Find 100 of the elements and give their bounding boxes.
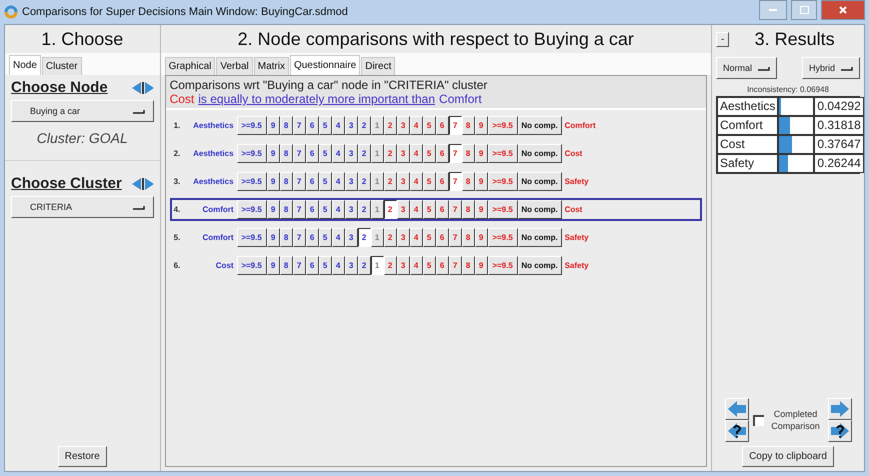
scale-button[interactable]: 5 — [318, 144, 332, 163]
next-button[interactable] — [828, 398, 852, 420]
scale-button[interactable]: 7 — [292, 200, 306, 219]
scale-button[interactable]: 6 — [436, 172, 449, 191]
previous-button[interactable] — [724, 398, 748, 420]
scale-button[interactable]: No comp. — [518, 144, 562, 163]
scale-button[interactable]: 9 — [474, 144, 488, 163]
scale-button[interactable]: 9 — [474, 256, 488, 275]
scale-button[interactable]: >=9.5 — [488, 172, 518, 191]
scale-button[interactable]: 4 — [410, 256, 423, 275]
scale-button[interactable]: 2 — [384, 200, 397, 219]
scale-button[interactable]: 5 — [318, 116, 332, 135]
scale-button[interactable]: 8 — [462, 200, 475, 219]
scale-button[interactable]: >=9.5 — [488, 228, 518, 247]
scale-button[interactable]: 7 — [448, 144, 462, 163]
scale-button[interactable]: 5 — [318, 256, 332, 275]
scale-button[interactable]: 4 — [332, 200, 345, 219]
mode-dropdown[interactable]: Normal — [716, 57, 778, 79]
scale-button[interactable]: 3 — [396, 172, 410, 191]
scale-button[interactable]: 9 — [266, 256, 280, 275]
scale-button[interactable]: 3 — [396, 200, 410, 219]
tab[interactable]: Matrix — [254, 57, 289, 75]
scale-button[interactable]: 4 — [332, 256, 345, 275]
scale-button[interactable]: 7 — [448, 172, 462, 191]
scale-button[interactable]: 8 — [462, 228, 475, 247]
scale-button[interactable]: 5 — [318, 200, 332, 219]
scale-button[interactable]: 2 — [358, 116, 371, 135]
scale-button[interactable]: 7 — [448, 228, 462, 247]
scale-button[interactable]: 9 — [266, 200, 280, 219]
scale-button[interactable]: 8 — [280, 116, 293, 135]
scale-button[interactable]: 7 — [292, 144, 306, 163]
scale-button[interactable]: 3 — [344, 144, 358, 163]
scale-button[interactable]: 4 — [410, 228, 423, 247]
scale-button[interactable]: >=9.5 — [236, 172, 267, 191]
node-dropdown[interactable]: Buying a car — [11, 100, 154, 122]
scale-button[interactable]: 3 — [396, 228, 410, 247]
scale-button[interactable]: 4 — [332, 144, 345, 163]
scale-button[interactable]: 4 — [410, 116, 423, 135]
scale-button[interactable]: 2 — [384, 228, 397, 247]
scale-button[interactable]: 3 — [396, 256, 410, 275]
scale-button[interactable]: 1 — [370, 256, 384, 275]
scale-button[interactable]: 8 — [462, 172, 475, 191]
scale-button[interactable]: No comp. — [518, 228, 562, 247]
cluster-dropdown[interactable]: CRITERIA — [11, 196, 154, 218]
scale-button[interactable]: 8 — [462, 256, 475, 275]
scale-button[interactable]: 9 — [266, 144, 280, 163]
scale-button[interactable]: 6 — [436, 256, 449, 275]
scale-button[interactable]: 7 — [448, 116, 462, 135]
scale-button[interactable]: 5 — [422, 172, 436, 191]
scale-button[interactable]: 8 — [280, 172, 293, 191]
scale-button[interactable]: 8 — [280, 144, 293, 163]
scale-button[interactable]: >=9.5 — [236, 228, 267, 247]
scale-button[interactable]: No comp. — [518, 256, 562, 275]
copy-button[interactable]: Copy to clipboard — [742, 446, 834, 467]
scale-button[interactable]: >=9.5 — [236, 116, 267, 135]
tab[interactable]: Node — [9, 55, 41, 75]
scale-button[interactable]: 6 — [306, 144, 319, 163]
scale-button[interactable]: 4 — [332, 228, 345, 247]
restore-button[interactable]: Restore — [58, 446, 107, 467]
scale-button[interactable]: 5 — [422, 116, 436, 135]
scale-button[interactable]: 3 — [344, 172, 358, 191]
scale-button[interactable]: 3 — [344, 116, 358, 135]
scale-button[interactable]: 6 — [436, 116, 449, 135]
scale-button[interactable]: 3 — [396, 116, 410, 135]
scale-button[interactable]: 8 — [280, 228, 293, 247]
close-button[interactable] — [821, 0, 865, 20]
scale-button[interactable]: >=9.5 — [488, 256, 518, 275]
tab[interactable]: Cluster — [42, 57, 82, 75]
scale-button[interactable]: 8 — [462, 116, 475, 135]
scale-button[interactable]: No comp. — [518, 172, 562, 191]
maximize-button[interactable] — [791, 0, 817, 20]
scale-button[interactable]: 6 — [436, 200, 449, 219]
scale-button[interactable]: 3 — [344, 228, 358, 247]
scale-button[interactable]: 6 — [306, 172, 319, 191]
scale-button[interactable]: 7 — [448, 256, 462, 275]
scale-button[interactable]: 3 — [396, 144, 410, 163]
scale-button[interactable]: >=9.5 — [236, 200, 267, 219]
scale-button[interactable]: 4 — [332, 116, 345, 135]
scale-button[interactable]: 7 — [292, 116, 306, 135]
scale-button[interactable]: 8 — [462, 144, 475, 163]
scale-button[interactable]: 6 — [306, 200, 319, 219]
tab[interactable]: Questionnaire — [290, 55, 360, 75]
scale-button[interactable]: No comp. — [518, 200, 562, 219]
scale-button[interactable]: 7 — [292, 172, 306, 191]
scale-button[interactable]: 3 — [344, 200, 358, 219]
arrow-buttons-icon[interactable] — [132, 80, 154, 94]
scale-button[interactable]: 5 — [422, 256, 436, 275]
scale-button[interactable]: No comp. — [518, 116, 562, 135]
scale-button[interactable]: 7 — [448, 200, 462, 219]
scale-button[interactable]: 4 — [332, 172, 345, 191]
scale-button[interactable]: 6 — [436, 228, 449, 247]
scale-button[interactable]: 4 — [410, 172, 423, 191]
scale-button[interactable]: 2 — [384, 256, 397, 275]
scale-button[interactable]: 8 — [280, 200, 293, 219]
scale-button[interactable]: 5 — [318, 172, 332, 191]
tab[interactable]: Direct — [361, 57, 396, 75]
scale-button[interactable]: >=9.5 — [488, 116, 518, 135]
scale-button[interactable]: 2 — [384, 172, 397, 191]
scale-button[interactable]: 5 — [422, 228, 436, 247]
scale-button[interactable]: 9 — [474, 172, 488, 191]
